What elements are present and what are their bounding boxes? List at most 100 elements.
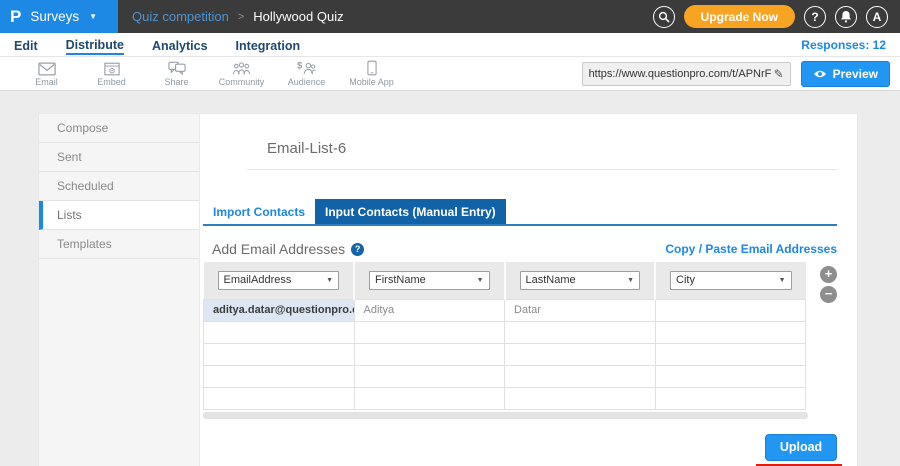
cell-firstname[interactable] bbox=[354, 365, 505, 387]
table-row bbox=[204, 321, 806, 343]
tab-input-contacts-manual-entry[interactable]: Input Contacts (Manual Entry) bbox=[315, 199, 506, 224]
column-mapping-row: EmailAddress ▼ FirstName▼ LastName ▼ City ▼ bbox=[204, 262, 806, 299]
email-icon bbox=[38, 60, 56, 76]
survey-url-box: ✎ bbox=[582, 62, 791, 86]
chevron-down-icon: ▼ bbox=[779, 277, 786, 284]
cell-city[interactable] bbox=[655, 299, 806, 321]
select-value: City bbox=[676, 274, 695, 286]
cell-email[interactable] bbox=[204, 365, 355, 387]
add-email-section-header: Add Email Addresses ? Copy / Paste Email… bbox=[203, 241, 837, 257]
tool-label: Share bbox=[164, 77, 188, 87]
column-select-emailaddress[interactable]: EmailAddress ▼ bbox=[218, 271, 340, 290]
list-title: Email-List-6 bbox=[267, 140, 837, 157]
cell-lastname[interactable] bbox=[505, 387, 656, 409]
preview-button[interactable]: Preview bbox=[801, 61, 890, 87]
tool-embed[interactable]: Embed bbox=[79, 60, 144, 87]
title-divider bbox=[247, 169, 837, 170]
edit-url-pencil-icon[interactable]: ✎ bbox=[774, 67, 784, 81]
community-icon bbox=[232, 60, 251, 76]
select-value: EmailAddress bbox=[224, 274, 292, 286]
tool-audience[interactable]: $ Audience bbox=[274, 60, 339, 87]
cell-email[interactable] bbox=[204, 343, 355, 365]
cell-lastname[interactable]: Datar bbox=[505, 299, 656, 321]
sidebar-item-templates[interactable]: Templates bbox=[39, 230, 199, 259]
list-content: Email-List-6 Import Contacts Input Conta… bbox=[200, 114, 857, 466]
sidebar-item-lists[interactable]: Lists bbox=[39, 201, 199, 230]
cell-firstname[interactable]: Aditya bbox=[354, 299, 505, 321]
column-select-city[interactable]: City ▼ bbox=[670, 271, 792, 290]
cell-email[interactable] bbox=[204, 321, 355, 343]
help-icon[interactable]: ? bbox=[351, 243, 364, 256]
column-select-firstname[interactable]: FirstName▼ bbox=[369, 271, 490, 290]
product-menu[interactable]: P Surveys ▼ bbox=[0, 0, 118, 33]
search-button[interactable] bbox=[653, 6, 675, 28]
nav-item-analytics[interactable]: Analytics bbox=[152, 36, 208, 54]
tool-label: Audience bbox=[288, 77, 326, 87]
embed-icon bbox=[104, 60, 120, 76]
section-title: Add Email Addresses bbox=[212, 241, 345, 257]
upload-row: Upload bbox=[203, 434, 837, 466]
cell-firstname[interactable] bbox=[354, 343, 505, 365]
remove-row-button[interactable]: − bbox=[820, 286, 837, 303]
tool-label: Mobile App bbox=[349, 77, 394, 87]
nav-item-edit[interactable]: Edit bbox=[14, 36, 38, 54]
survey-url-input[interactable] bbox=[589, 68, 771, 80]
cell-city[interactable] bbox=[655, 387, 806, 409]
cell-firstname[interactable] bbox=[354, 321, 505, 343]
breadcrumb-separator-icon: > bbox=[238, 11, 244, 23]
bell-icon bbox=[840, 10, 852, 23]
preview-label: Preview bbox=[833, 67, 878, 81]
mobile-app-icon bbox=[367, 60, 377, 76]
table-row: aditya.datar@questionpro.com Aditya Data… bbox=[204, 299, 806, 321]
copy-paste-link[interactable]: Copy / Paste Email Addresses bbox=[665, 242, 837, 256]
sidebar-item-compose[interactable]: Compose bbox=[39, 114, 199, 143]
account-avatar[interactable]: A bbox=[866, 6, 888, 28]
tool-label: Embed bbox=[97, 77, 126, 87]
horizontal-scrollbar[interactable] bbox=[203, 412, 808, 419]
share-icon bbox=[168, 60, 186, 76]
upgrade-now-button[interactable]: Upgrade Now bbox=[684, 5, 795, 28]
upload-button[interactable]: Upload bbox=[765, 434, 837, 461]
tool-share[interactable]: Share bbox=[144, 60, 209, 87]
cell-lastname[interactable] bbox=[505, 365, 656, 387]
breadcrumb-current: Hollywood Quiz bbox=[253, 9, 343, 24]
add-row-button[interactable]: + bbox=[820, 266, 837, 283]
chevron-down-icon: ▼ bbox=[89, 12, 97, 21]
responses-count[interactable]: Responses: 12 bbox=[801, 38, 886, 52]
chevron-down-icon: ▼ bbox=[627, 277, 634, 284]
select-value: FirstName bbox=[375, 274, 426, 286]
cell-city[interactable] bbox=[655, 343, 806, 365]
contacts-tabs: Import Contacts Input Contacts (Manual E… bbox=[203, 199, 837, 226]
tool-email[interactable]: Email bbox=[14, 60, 79, 87]
row-controls: + − bbox=[820, 266, 837, 419]
cell-lastname[interactable] bbox=[505, 343, 656, 365]
sidebar-item-sent[interactable]: Sent bbox=[39, 143, 199, 172]
cell-email[interactable]: aditya.datar@questionpro.com bbox=[204, 299, 355, 321]
chevron-down-icon: ▼ bbox=[326, 277, 333, 284]
nav-item-distribute[interactable]: Distribute bbox=[66, 35, 124, 55]
questionpro-logo-icon: P bbox=[10, 8, 21, 25]
cell-email[interactable] bbox=[204, 387, 355, 409]
svg-text:$: $ bbox=[297, 60, 303, 71]
column-select-lastname[interactable]: LastName ▼ bbox=[520, 271, 641, 290]
help-button[interactable]: ? bbox=[804, 6, 826, 28]
breadcrumb: Quiz competition > Hollywood Quiz bbox=[118, 0, 344, 33]
tool-mobile-app[interactable]: Mobile App bbox=[339, 60, 404, 87]
cell-city[interactable] bbox=[655, 321, 806, 343]
tool-community[interactable]: Community bbox=[209, 60, 274, 87]
sidebar-item-scheduled[interactable]: Scheduled bbox=[39, 172, 199, 201]
contacts-table: EmailAddress ▼ FirstName▼ LastName ▼ City ▼… bbox=[203, 262, 806, 410]
breadcrumb-parent[interactable]: Quiz competition bbox=[132, 9, 229, 24]
notifications-button[interactable] bbox=[835, 6, 857, 28]
cell-lastname[interactable] bbox=[505, 321, 656, 343]
top-bar: P Surveys ▼ Quiz competition > Hollywood… bbox=[0, 0, 900, 33]
email-sidebar: Compose Sent Scheduled Lists Templates bbox=[39, 114, 200, 466]
tab-import-contacts[interactable]: Import Contacts bbox=[203, 199, 315, 224]
survey-nav: Edit Distribute Analytics Integration Re… bbox=[0, 33, 900, 57]
topbar-actions: Upgrade Now ? A bbox=[653, 0, 900, 33]
cell-city[interactable] bbox=[655, 365, 806, 387]
page-body: Compose Sent Scheduled Lists Templates E… bbox=[0, 91, 900, 466]
nav-item-integration[interactable]: Integration bbox=[236, 36, 301, 54]
cell-firstname[interactable] bbox=[354, 387, 505, 409]
select-value: LastName bbox=[526, 274, 576, 286]
